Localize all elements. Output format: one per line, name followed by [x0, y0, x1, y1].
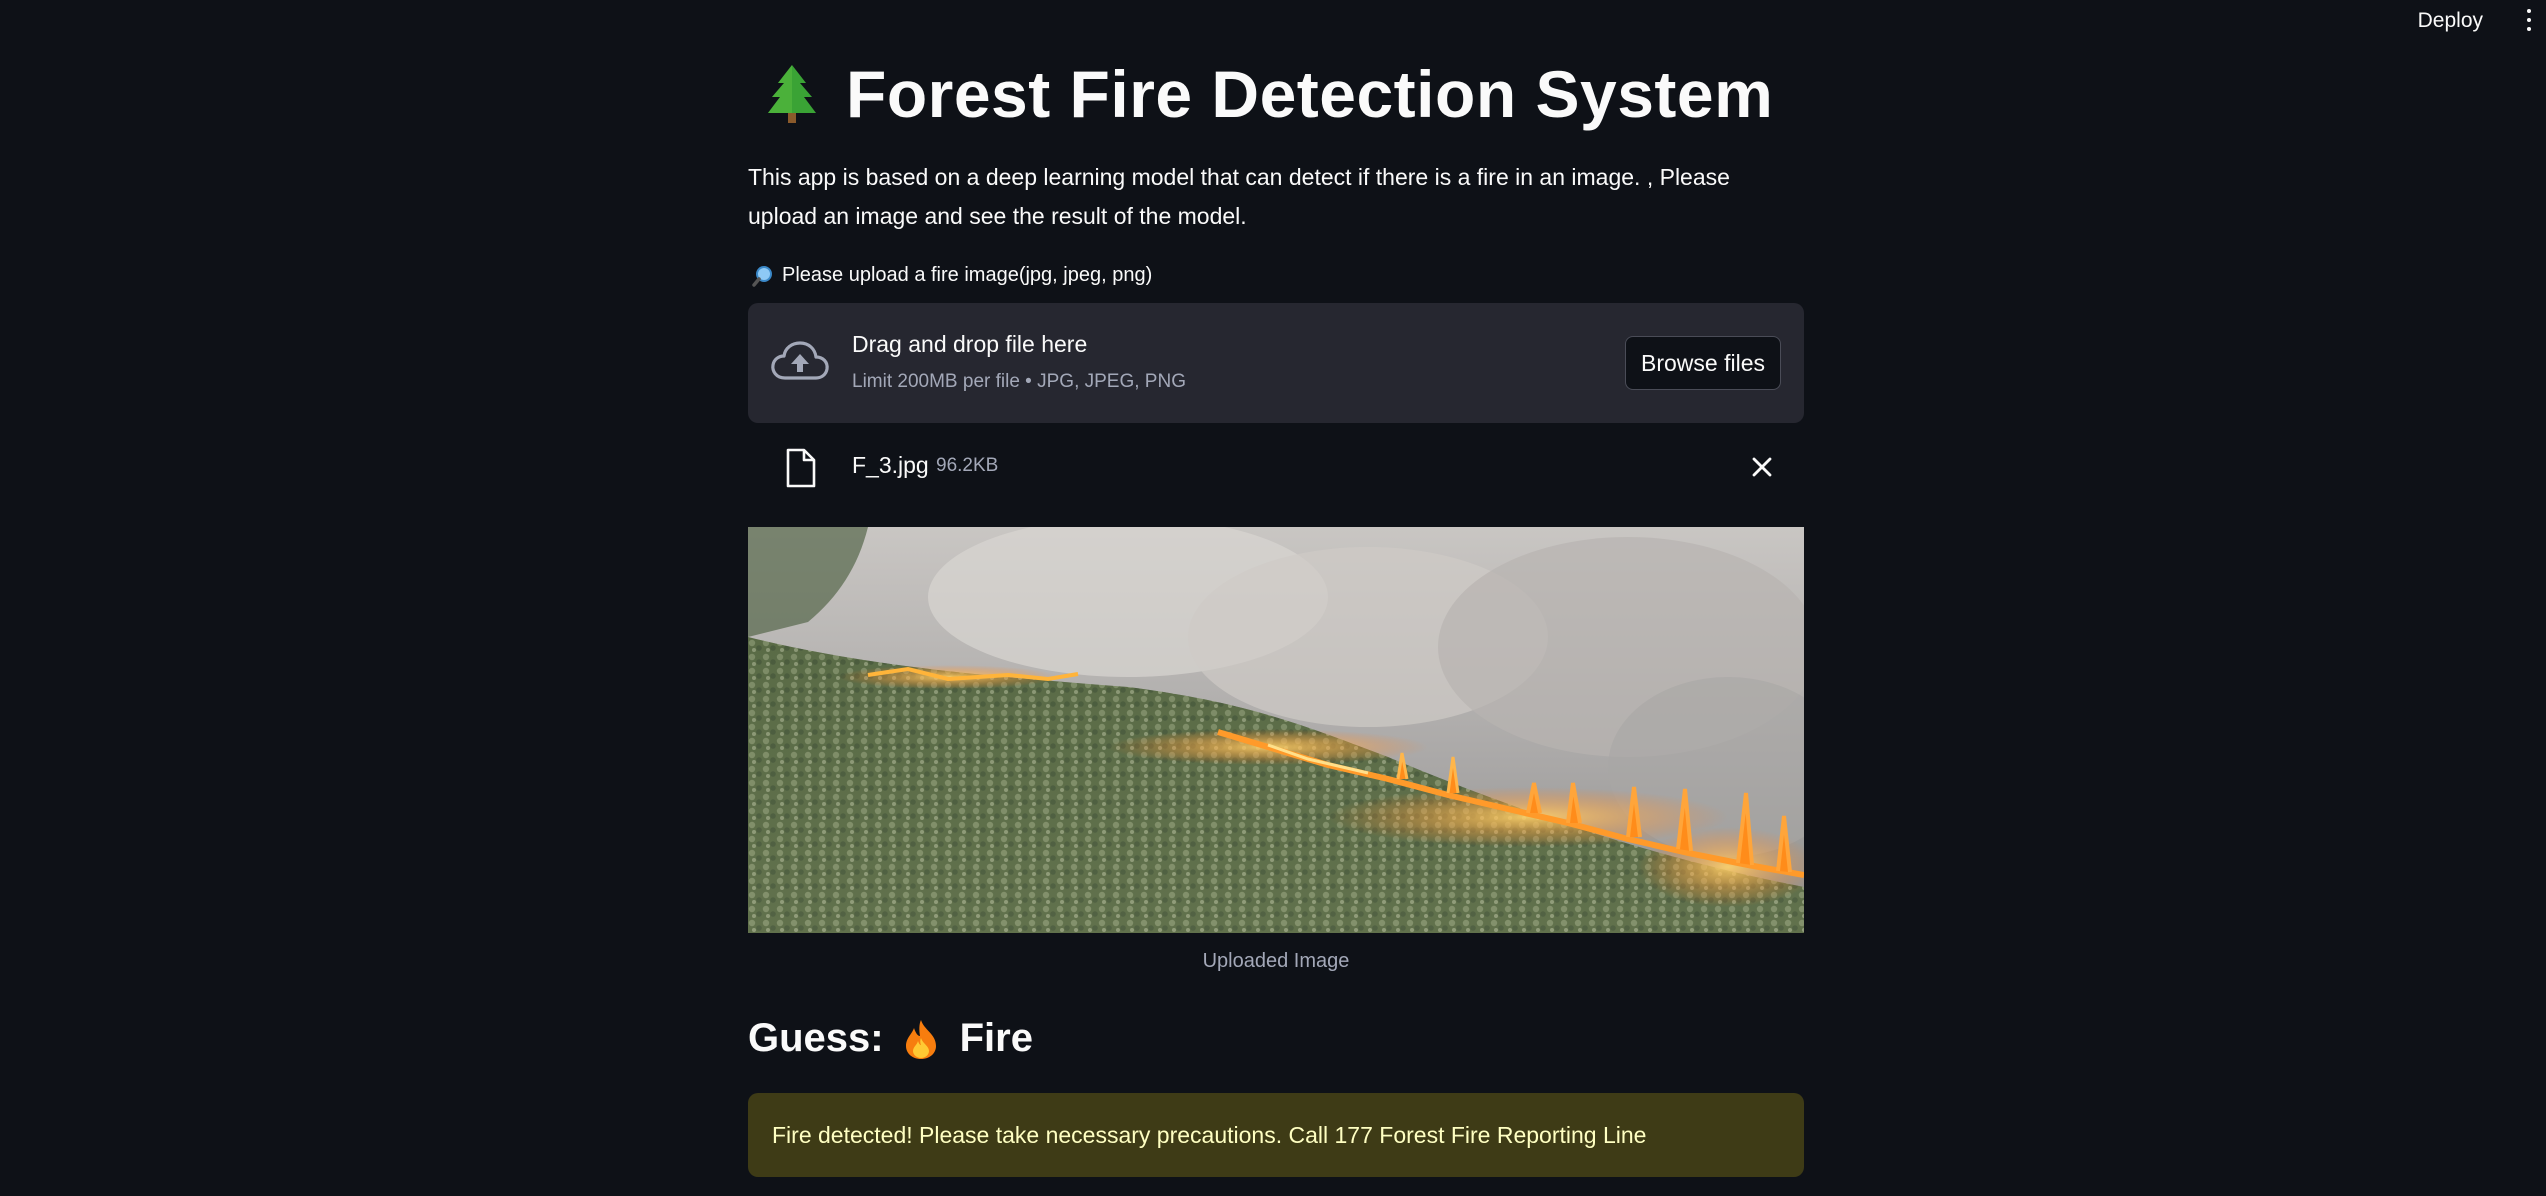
dropzone-title: Drag and drop file here [852, 331, 1088, 357]
cloud-upload-icon [771, 341, 829, 380]
image-caption: Uploaded Image [1202, 950, 1350, 972]
file-dropzone[interactable]: Drag and drop file here Limit 200MB per … [748, 303, 1804, 423]
guess-value: Fire [959, 1016, 1033, 1060]
magnifier-icon [752, 265, 772, 287]
kebab-menu-icon[interactable] [2524, 9, 2534, 31]
uploaded-file-name: F_3.jpg [852, 452, 929, 478]
file-icon [786, 448, 816, 488]
deploy-button[interactable]: Deploy [2412, 7, 2489, 35]
uploaded-file-size: 96.2KB [936, 455, 999, 476]
fire-warning-text: Fire detected! Please take necessary pre… [772, 1121, 1647, 1148]
uploaded-file-row: F_3.jpg 96.2KB [748, 440, 1804, 496]
guess-heading: Guess: Fire [748, 1016, 1033, 1061]
fire-warning-alert: Fire detected! Please take necessary pre… [748, 1093, 1804, 1177]
browse-files-button[interactable]: Browse files [1625, 336, 1781, 390]
uploader-label: Please upload a fire image(jpg, jpeg, pn… [752, 264, 1152, 287]
guess-prefix: Guess: [748, 1016, 884, 1060]
title-row: Forest Fire Detection System [764, 56, 1773, 132]
dropzone-limit-text: Limit 200MB per file • JPG, JPEG, PNG [852, 371, 1186, 392]
uploaded-image [748, 527, 1804, 933]
fire-icon [905, 1019, 936, 1059]
page-description: This app is based on a deep learning mod… [748, 164, 1730, 229]
evergreen-tree-icon [768, 65, 816, 123]
top-toolbar: Deploy [0, 0, 2546, 44]
page-title: Forest Fire Detection System [846, 57, 1774, 131]
close-icon[interactable] [1750, 455, 1774, 479]
uploader-label-text: Please upload a fire image(jpg, jpeg, pn… [782, 264, 1153, 286]
